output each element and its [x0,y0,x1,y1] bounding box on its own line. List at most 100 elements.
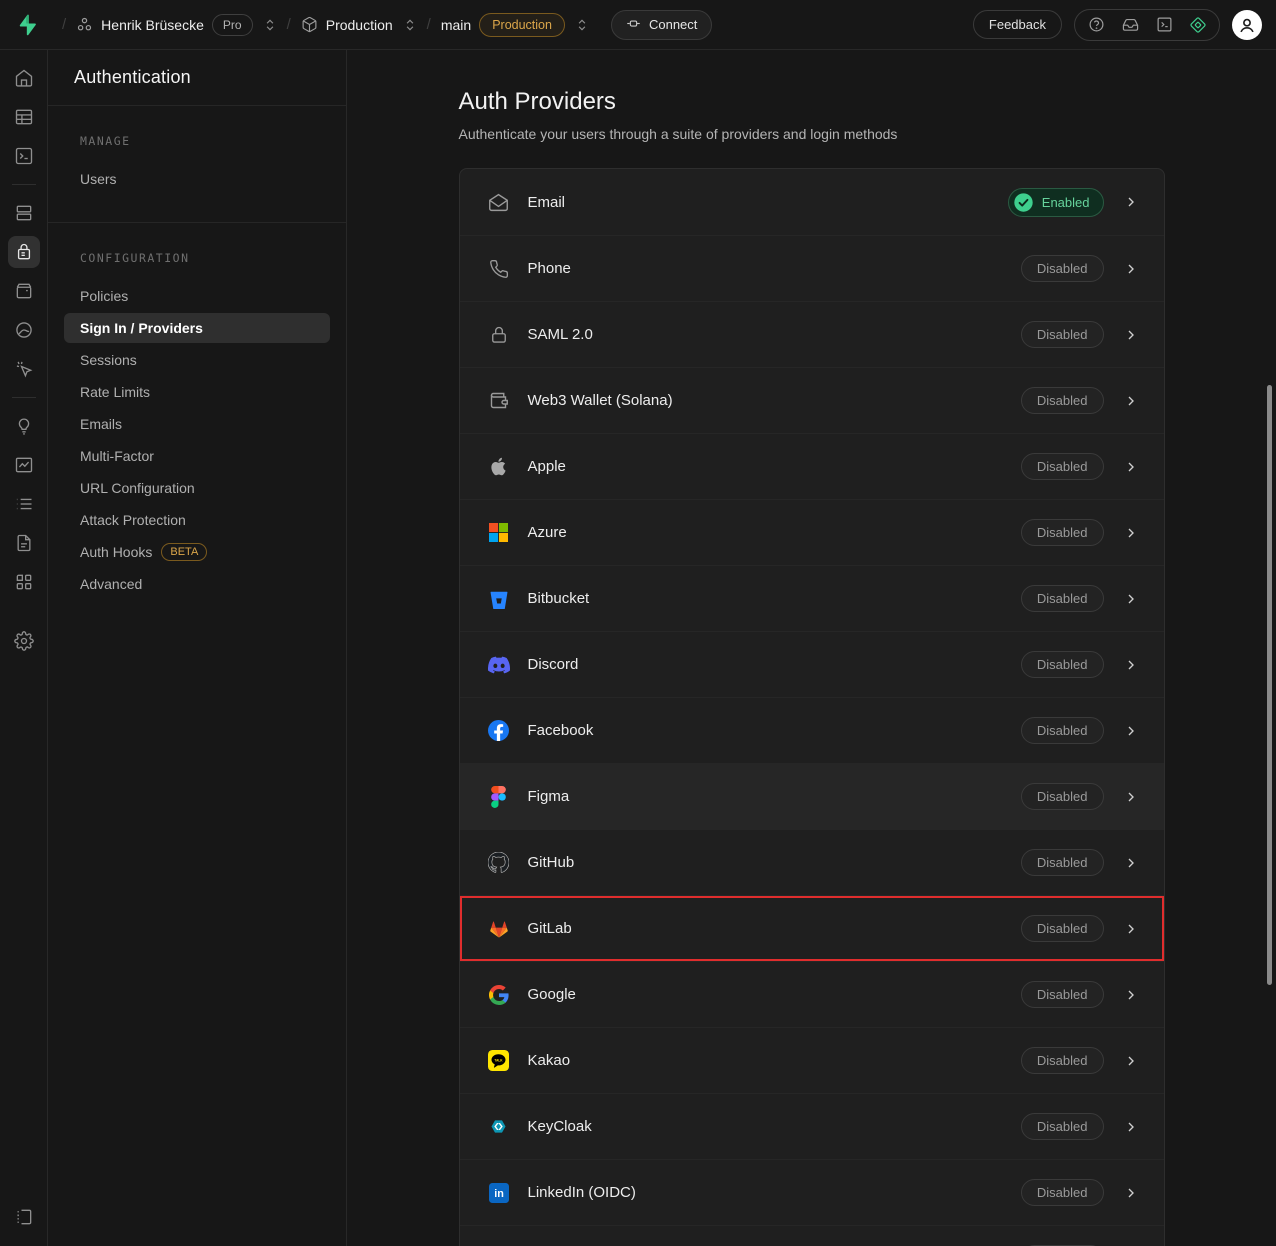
provider-row[interactable]: KeyCloak Disabled [460,1093,1164,1159]
breadcrumb-separator: / [62,16,66,33]
project-name: Production [326,17,393,33]
sidebar-item[interactable]: Sessions [64,345,330,375]
breadcrumb-branch[interactable]: main Production [441,13,589,37]
chevron-right-icon[interactable] [1118,987,1144,1003]
advisors-icon[interactable] [8,410,40,442]
chevron-right-icon[interactable] [1118,1053,1144,1069]
help-icon[interactable] [1079,10,1113,40]
ai-assistant-icon[interactable] [1181,10,1215,40]
collapse-sidebar-icon[interactable] [8,1201,40,1233]
supabase-logo-icon[interactable] [14,13,38,37]
provider-row[interactable]: Email Enabled [460,169,1164,235]
provider-row[interactable]: Discord Disabled [460,631,1164,697]
chevron-right-icon[interactable] [1118,657,1144,673]
sidebar-item[interactable]: Policies [64,281,330,311]
logs-icon[interactable] [8,488,40,520]
sidebar-item[interactable]: Attack Protection [64,505,330,535]
provider-row[interactable]: Azure Disabled [460,499,1164,565]
chevron-right-icon[interactable] [1118,459,1144,475]
connect-label: Connect [649,17,697,32]
beta-badge: BETA [161,543,207,561]
sidebar-item[interactable]: Multi-Factor [64,441,330,471]
integrations-icon[interactable] [8,566,40,598]
sidebar-item-label: Sessions [80,352,137,368]
sidebar-item[interactable]: Rate Limits [64,377,330,407]
provider-row[interactable]: N Notion Disabled [460,1225,1164,1246]
status-badge: Disabled [1021,519,1104,546]
chevron-right-icon[interactable] [1118,525,1144,541]
configuration-items: Policies Sign In / Providers Sessions Ra… [64,281,330,599]
feedback-button[interactable]: Feedback [973,10,1062,39]
provider-label: LinkedIn (OIDC) [528,1184,636,1201]
chevron-right-icon[interactable] [1118,855,1144,871]
provider-row[interactable]: Google Disabled [460,961,1164,1027]
chevron-right-icon[interactable] [1118,261,1144,277]
manage-items: Users [64,164,330,194]
chevron-right-icon[interactable] [1118,591,1144,607]
provider-label: GitLab [528,920,572,937]
chevron-right-icon[interactable] [1118,723,1144,739]
section-heading-manage: MANAGE [64,134,330,148]
sidebar-item[interactable]: Users [64,164,330,194]
google-icon [488,984,510,1006]
chevron-right-icon[interactable] [1118,921,1144,937]
organization-icon [76,16,93,33]
sidebar-item[interactable]: Auth Hooks BETA [64,537,330,567]
api-docs-icon[interactable] [8,527,40,559]
connect-button[interactable]: Connect [611,10,712,40]
provider-row[interactable]: GitLab Disabled [460,895,1164,961]
edge-functions-icon[interactable] [8,314,40,346]
database-icon[interactable] [8,197,40,229]
provider-row[interactable]: TALK Kakao Disabled [460,1027,1164,1093]
sidebar-item[interactable]: Advanced [64,569,330,599]
realtime-icon[interactable] [8,353,40,385]
home-icon[interactable] [8,62,40,94]
table-editor-icon[interactable] [8,101,40,133]
topbar-icon-group [1074,9,1220,41]
breadcrumb-org[interactable]: Henrik Brüsecke Pro [76,14,276,36]
provider-label: Discord [528,656,579,673]
vertical-scrollbar[interactable] [1267,385,1272,985]
provider-row[interactable]: SAML 2.0 Disabled [460,301,1164,367]
chevrons-up-down-icon[interactable] [575,18,589,32]
chevrons-up-down-icon[interactable] [403,18,417,32]
status-badge: Disabled [1021,717,1104,744]
provider-row[interactable]: GitHub Disabled [460,829,1164,895]
sidebar-item[interactable]: URL Configuration [64,473,330,503]
provider-label: Phone [528,260,571,277]
provider-row[interactable]: Bitbucket Disabled [460,565,1164,631]
provider-row[interactable]: Phone Disabled [460,235,1164,301]
authentication-sidebar: Authentication MANAGE Users CONFIGURATIO… [48,50,347,1246]
reports-icon[interactable] [8,449,40,481]
storage-icon[interactable] [8,275,40,307]
sql-editor-icon[interactable] [8,140,40,172]
user-avatar[interactable] [1232,10,1262,40]
svg-text:in: in [494,1188,504,1200]
chevron-right-icon[interactable] [1118,789,1144,805]
terminal-icon[interactable] [1147,10,1181,40]
provider-label: Apple [528,458,566,475]
inbox-icon[interactable] [1113,10,1147,40]
chevron-right-icon[interactable] [1118,1119,1144,1135]
settings-gear-icon[interactable] [8,625,40,657]
provider-row[interactable]: Facebook Disabled [460,697,1164,763]
authentication-icon[interactable] [8,236,40,268]
section-heading-configuration: CONFIGURATION [64,251,330,265]
facebook-icon [488,720,510,742]
provider-row[interactable]: Figma Disabled [460,763,1164,829]
chevron-right-icon[interactable] [1118,1185,1144,1201]
sidebar-item[interactable]: Emails [64,409,330,439]
providers-card: Email Enabled Phone Disabled SAML 2.0 Di [459,168,1165,1246]
provider-row[interactable]: in LinkedIn (OIDC) Disabled [460,1159,1164,1225]
project-box-icon [301,16,318,33]
chevron-right-icon[interactable] [1118,327,1144,343]
sidebar-item[interactable]: Sign In / Providers [64,313,330,343]
provider-row[interactable]: Apple Disabled [460,433,1164,499]
chevrons-up-down-icon[interactable] [263,18,277,32]
provider-row[interactable]: Web3 Wallet (Solana) Disabled [460,367,1164,433]
keycloak-icon [488,1116,510,1138]
chevron-right-icon[interactable] [1118,194,1144,210]
breadcrumb-project[interactable]: Production [301,16,417,33]
sidebar-section-configuration: CONFIGURATION Policies Sign In / Provide… [48,222,346,627]
chevron-right-icon[interactable] [1118,393,1144,409]
